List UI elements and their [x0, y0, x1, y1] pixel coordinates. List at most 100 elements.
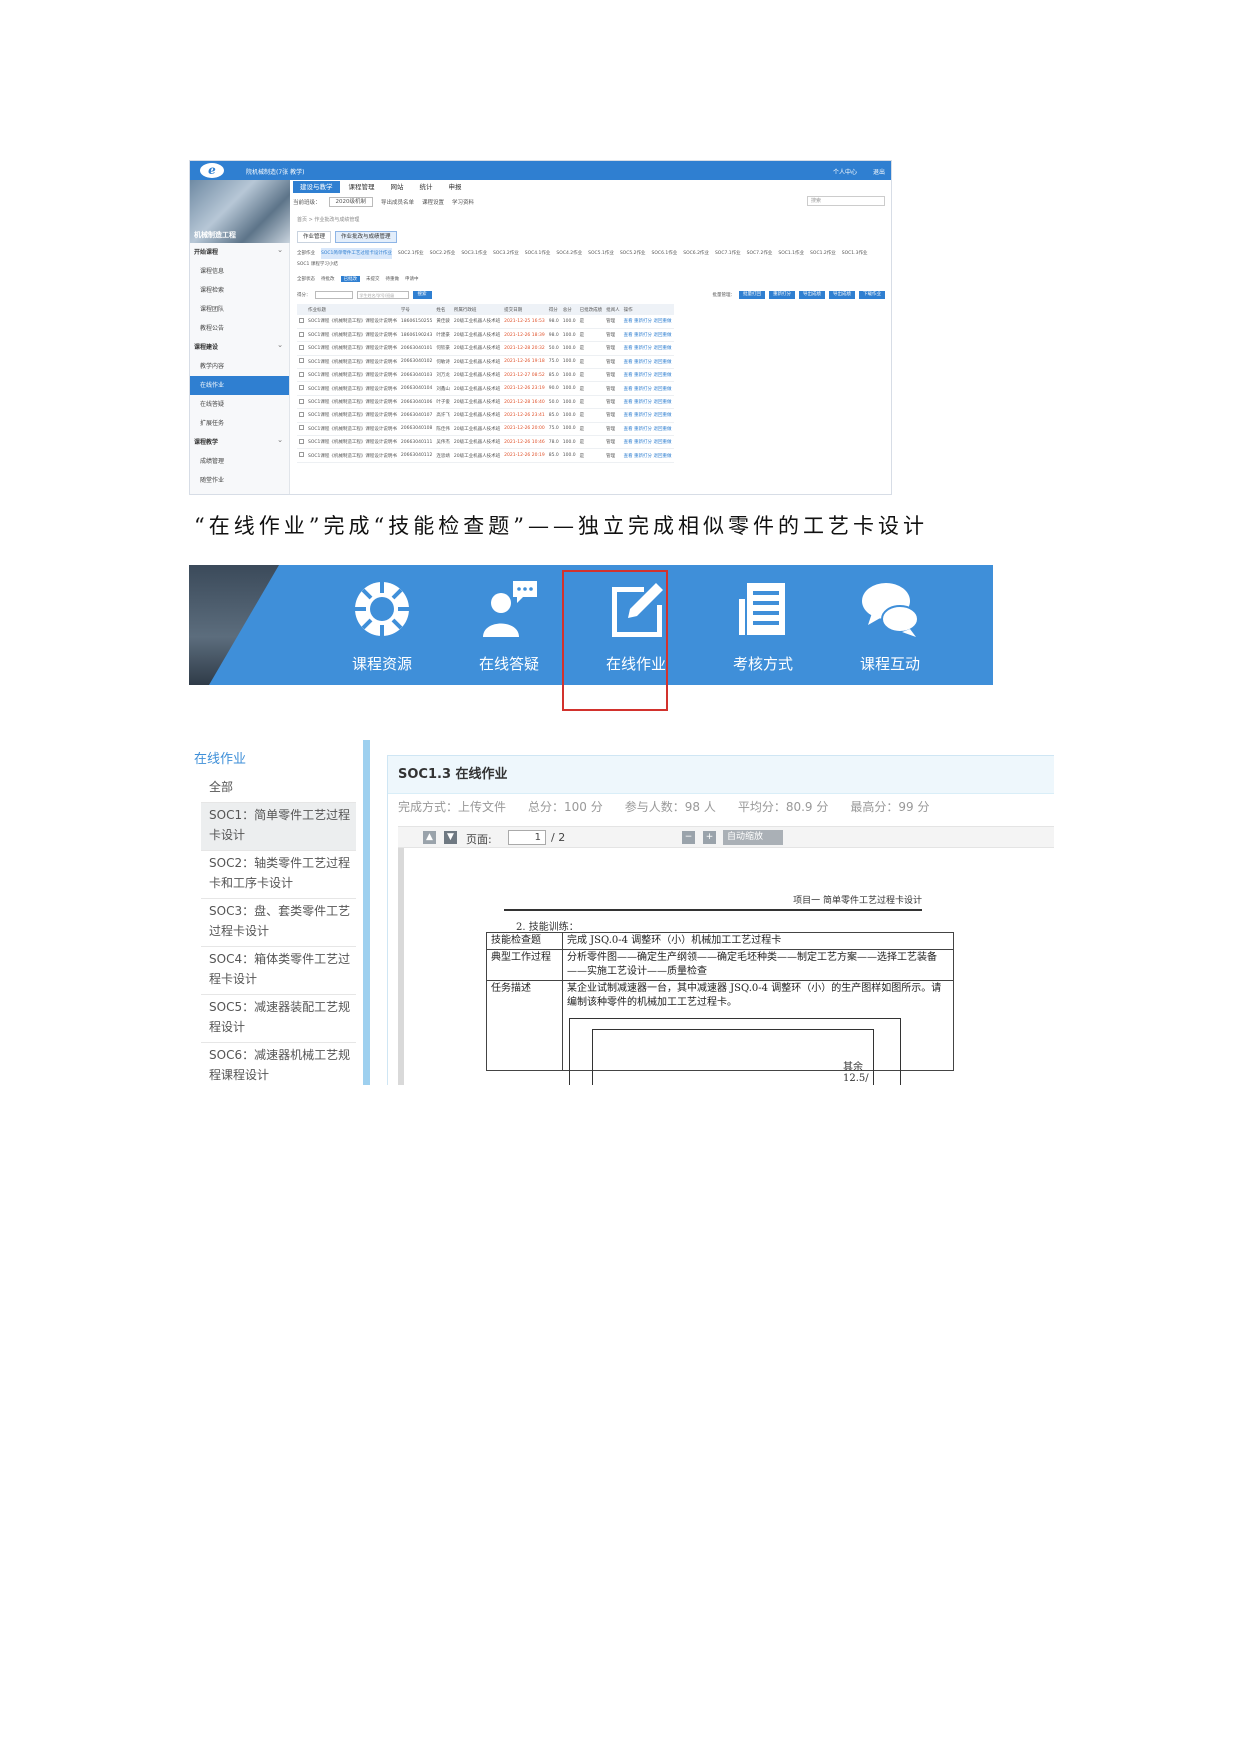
homework-tab[interactable]: SOC6.2作业: [683, 248, 709, 259]
homework-tab[interactable]: SOC7.1作业: [715, 248, 741, 259]
zoom-out-icon[interactable]: −: [682, 831, 695, 844]
soc-list-item[interactable]: SOC1：简单零件工艺过程卡设计: [201, 803, 356, 851]
homework-tab[interactable]: SOC1.2作业: [810, 248, 836, 259]
table-cell[interactable]: 查看 重新打分 退回重做: [621, 408, 674, 423]
status-tab[interactable]: 未提交: [366, 276, 380, 282]
status-tab[interactable]: 已批改: [340, 276, 360, 282]
homework-tab[interactable]: SOC5.2作业: [620, 248, 646, 259]
row-checkbox[interactable]: [299, 331, 304, 337]
search-input[interactable]: 搜索: [807, 196, 885, 206]
tab-homework-manage[interactable]: 作业管理: [297, 231, 332, 243]
sidebar-item[interactable]: 课程团队: [190, 300, 289, 319]
table-cell[interactable]: 查看 重新打分 退回重做: [621, 422, 674, 437]
class-select[interactable]: 2020级机制: [328, 197, 374, 207]
sidebar-item[interactable]: 开始课程: [190, 241, 289, 262]
homework-tab[interactable]: SOC4.1作业: [525, 248, 551, 259]
online-qa-item[interactable]: 在线答疑: [449, 565, 569, 685]
search-button[interactable]: 搜索: [412, 291, 432, 299]
homework-tab[interactable]: SOC6.1作业: [652, 248, 678, 259]
row-checkbox[interactable]: [299, 385, 304, 391]
nav-tab[interactable]: 网站: [384, 181, 411, 193]
soc-list-item[interactable]: SOC3：盘、套类零件工艺过程卡设计: [201, 899, 356, 947]
homework-tab[interactable]: SOC1 课程学习小结: [297, 259, 338, 270]
homework-tab[interactable]: SOC1简单零件工艺过程卡设计作业: [321, 248, 392, 259]
nav-tab[interactable]: 申报: [442, 181, 469, 193]
homework-tab[interactable]: SOC3.2作业: [493, 248, 519, 259]
sidebar-item[interactable]: 随堂作业: [190, 471, 289, 490]
homework-tab[interactable]: SOC4.2作业: [556, 248, 582, 259]
nav-tab[interactable]: 建设与教学: [293, 181, 340, 193]
course-settings-button[interactable]: 课程设置: [422, 198, 444, 206]
page-input[interactable]: 1: [508, 830, 546, 845]
soc-list-item[interactable]: 全部: [201, 775, 356, 803]
homework-tab[interactable]: SOC7.2作业: [747, 248, 773, 259]
sidebar-item[interactable]: 扩展任务: [190, 414, 289, 433]
row-checkbox[interactable]: [299, 371, 304, 377]
zoom-in-icon[interactable]: +: [703, 831, 716, 844]
table-cell[interactable]: 查看 重新打分 退回重做: [621, 381, 674, 396]
homework-tab[interactable]: SOC2.1作业: [398, 248, 424, 259]
status-tab[interactable]: 待批改: [321, 276, 335, 282]
sidebar-item[interactable]: 课程教学: [190, 431, 289, 452]
homework-tab[interactable]: SOC2.2作业: [430, 248, 456, 259]
sidebar-item[interactable]: 在线作业: [190, 376, 289, 395]
row-checkbox[interactable]: [299, 358, 304, 364]
sidebar-item[interactable]: 课程建设: [190, 336, 289, 357]
profile-link[interactable]: 个人中心: [833, 169, 857, 176]
table-cell[interactable]: 查看 重新打分 退回重做: [621, 341, 674, 356]
soc-list-item[interactable]: SOC6：减速器机械工艺规程课程设计: [201, 1043, 356, 1085]
row-checkbox[interactable]: [299, 425, 304, 431]
sidebar-item[interactable]: 在线答疑: [190, 395, 289, 414]
assessment-item[interactable]: 考核方式: [703, 565, 823, 685]
homework-tab[interactable]: SOC3.1作业: [461, 248, 487, 259]
materials-button[interactable]: 学习资料: [452, 198, 474, 206]
row-checkbox[interactable]: [299, 398, 304, 404]
nav-tab[interactable]: 统计: [413, 181, 440, 193]
sidebar-item[interactable]: 教程公告: [190, 319, 289, 338]
table-cell[interactable]: 查看 重新打分 退回重做: [621, 435, 674, 450]
row-checkbox[interactable]: [299, 438, 304, 444]
table-cell[interactable]: 查看 重新打分 退回重做: [621, 328, 674, 343]
homework-tab[interactable]: SOC5.1作业: [588, 248, 614, 259]
zoom-select[interactable]: 自动缩放: [723, 830, 783, 845]
status-tab[interactable]: 申请中: [405, 276, 419, 282]
course-interaction-item[interactable]: 课程互动: [830, 565, 950, 685]
course-resources-item[interactable]: 课程资源: [322, 565, 442, 685]
table-cell[interactable]: 查看 重新打分 退回重做: [621, 448, 674, 463]
score-range-input[interactable]: [314, 291, 353, 299]
sidebar-item[interactable]: 课程信息: [190, 262, 289, 281]
export-members-button[interactable]: 导出成员名单: [381, 198, 414, 206]
table-cell[interactable]: 查看 重新打分 退回重做: [621, 355, 674, 370]
sidebar-item[interactable]: 成绩管理: [190, 452, 289, 471]
nav-tab[interactable]: 课程管理: [342, 181, 382, 193]
regrade-button[interactable]: 重新打分: [769, 291, 795, 299]
row-checkbox[interactable]: [299, 344, 304, 350]
homework-tab[interactable]: 全部作业: [297, 248, 315, 259]
soc-list-item[interactable]: SOC5：减速器装配工艺规程设计: [201, 995, 356, 1043]
table-cell[interactable]: 查看 重新打分 退回重做: [621, 395, 674, 410]
status-tab[interactable]: 待重做: [386, 276, 400, 282]
soc-list-item[interactable]: SOC2：轴类零件工艺过程卡和工序卡设计: [201, 851, 356, 899]
export-grades-button[interactable]: 导出成绩: [799, 291, 825, 299]
student-search-input[interactable]: 学生姓名/学号/班级: [356, 291, 409, 299]
sidebar-item[interactable]: 教学内容: [190, 357, 289, 376]
logout-link[interactable]: 退出: [873, 169, 885, 176]
download-homework-button[interactable]: 下载作业: [859, 291, 885, 299]
next-page-icon[interactable]: ▼: [444, 831, 457, 844]
soc-list-item[interactable]: SOC4：箱体类零件工艺过程卡设计: [201, 947, 356, 995]
prev-page-icon[interactable]: ▲: [423, 831, 436, 844]
sidebar-item[interactable]: 课程检索: [190, 281, 289, 300]
homework-tab[interactable]: SOC1.1作业: [778, 248, 804, 259]
table-cell[interactable]: 查看 重新打分 退回重做: [621, 368, 674, 383]
online-homework-item[interactable]: 在线作业: [576, 565, 696, 685]
status-tab[interactable]: 全部状态: [297, 276, 315, 282]
row-checkbox[interactable]: [299, 452, 304, 458]
table-cell[interactable]: 查看 重新打分 退回重做: [621, 315, 674, 329]
homework-tab[interactable]: SOC1.3作业: [842, 248, 868, 259]
export-grades-button-2[interactable]: 导出成绩: [829, 291, 855, 299]
row-checkbox[interactable]: [299, 317, 304, 323]
tab-grading[interactable]: 作业批改与成绩管理: [335, 231, 397, 243]
batch-return-button[interactable]: 批量打回: [739, 291, 765, 299]
row-checkbox[interactable]: [299, 411, 304, 417]
online-homework-screenshot: 在线作业 全部 SOC1：简单零件工艺过程卡设计 SOC2：轴类零件工艺过程卡和工序…: [190, 740, 1054, 1085]
